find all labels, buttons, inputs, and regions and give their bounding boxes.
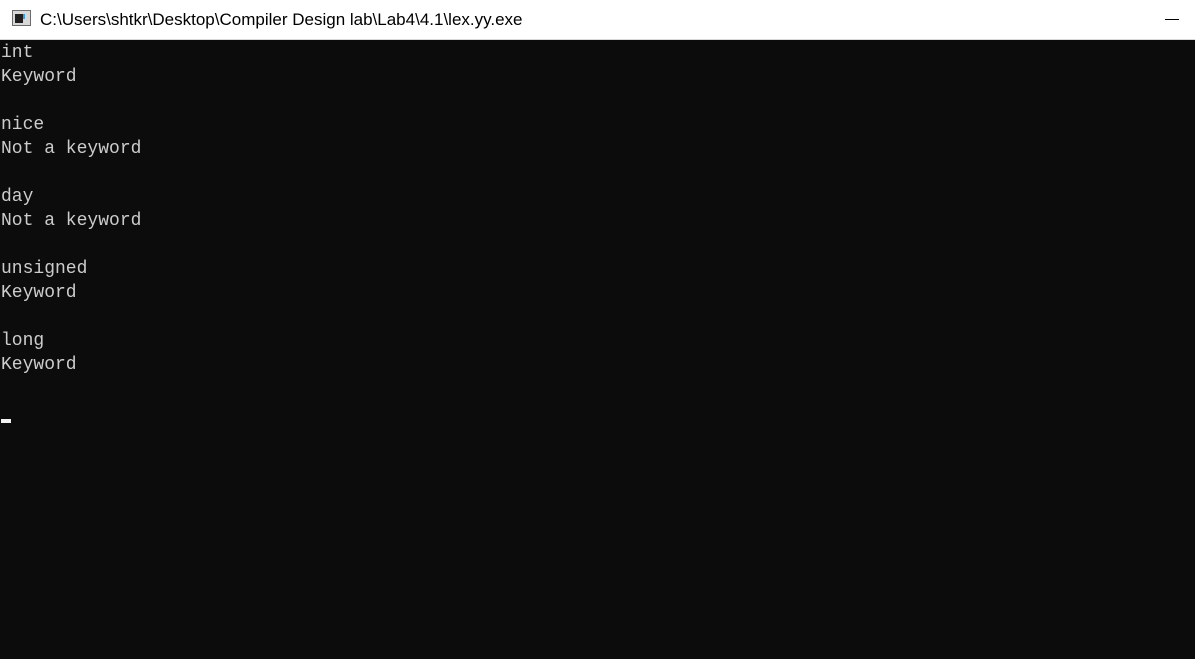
console-output[interactable]: int Keyword nice Not a keyword day Not a… bbox=[0, 41, 1195, 659]
title-bar[interactable]: C:\Users\shtkr\Desktop\Compiler Design l… bbox=[0, 0, 1195, 40]
console-line: day bbox=[1, 187, 34, 207]
console-line: Keyword bbox=[1, 283, 77, 303]
text-cursor bbox=[1, 419, 11, 423]
minimize-button[interactable] bbox=[1149, 0, 1195, 39]
console-line: Keyword bbox=[1, 355, 77, 375]
console-line: nice bbox=[1, 115, 45, 135]
console-line: int bbox=[1, 43, 34, 63]
console-app-icon[interactable] bbox=[12, 10, 31, 26]
console-app-icon-cursor bbox=[23, 14, 25, 19]
window-title: C:\Users\shtkr\Desktop\Compiler Design l… bbox=[40, 10, 523, 29]
console-line: Keyword bbox=[1, 67, 77, 87]
console-line: Not a keyword bbox=[1, 211, 142, 231]
console-line: unsigned bbox=[1, 259, 88, 279]
console-line: long bbox=[1, 331, 45, 351]
console-line: Not a keyword bbox=[1, 139, 142, 159]
console-window: C:\Users\shtkr\Desktop\Compiler Design l… bbox=[0, 0, 1195, 659]
console-app-icon-screen bbox=[15, 14, 23, 23]
minimize-icon bbox=[1165, 19, 1179, 20]
